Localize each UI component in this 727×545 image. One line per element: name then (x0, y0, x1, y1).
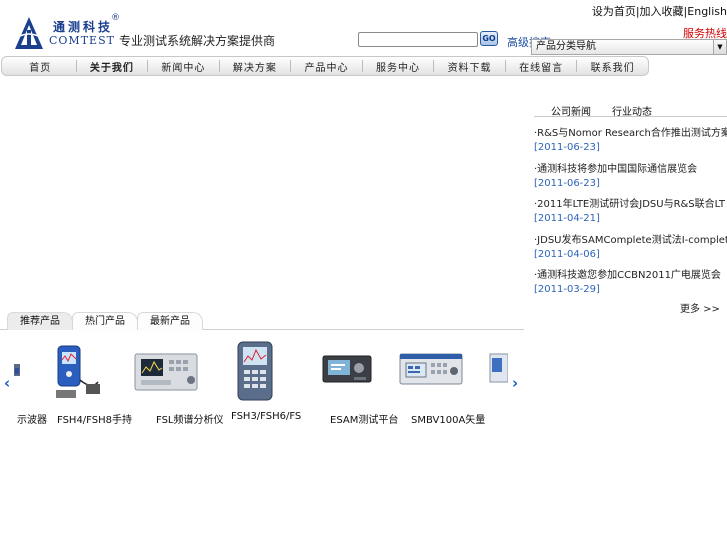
search-go-button[interactable]: GO (480, 31, 498, 46)
news-title-link[interactable]: ·R&S与Nomor Research合作推出测试方案 (534, 124, 727, 139)
company-slogan: 专业测试系统解决方案提供商 (119, 34, 276, 48)
news-date: [2011-03-29] (534, 284, 600, 295)
news-item: ·JDSU发布SAMComplete测试法I-complete解 [2011-04… (534, 231, 727, 267)
product-tabs: 推荐产品 热门产品 最新产品 (0, 312, 524, 330)
set-homepage-link[interactable]: 设为首页 (592, 5, 636, 18)
news-date: [2011-04-06] (534, 248, 600, 260)
news-title-link[interactable]: ·通测科技将参加中国国际通信展览会 (534, 160, 727, 175)
news-item: ·2011年LTE测试研讨会JDSU与R&S联合LT [2011-04-21] (534, 195, 727, 231)
news-title-link[interactable]: ·JDSU发布SAMComplete测试法I-complete解 (534, 231, 727, 246)
product-label[interactable]: FSH4/FSH8手持 (57, 411, 132, 426)
tab-hot-products[interactable]: 热门产品 (72, 312, 138, 330)
nav-item[interactable]: 新闻中心 (148, 59, 219, 74)
nav-item[interactable]: 首页 (5, 59, 76, 74)
tab-industry-news[interactable]: 行业动态 (612, 103, 652, 118)
carousel-prev-button[interactable]: ‹ (4, 374, 10, 392)
top-links: 设为首页|加入收藏|English (592, 3, 727, 19)
news-item: ·R&S与Nomor Research合作推出测试方案 [2011-06-23] (534, 124, 727, 160)
news-date: [2011-06-23] (534, 177, 600, 189)
tab-recommended-products[interactable]: 推荐产品 (7, 312, 73, 330)
nav-item[interactable]: 资料下载 (434, 59, 505, 74)
nav-item[interactable]: 在线留言 (506, 59, 577, 74)
news-item: ·通测科技将参加中国国际通信展览会 [2011-06-23] (534, 160, 727, 196)
tab-company-news[interactable]: 公司新闻 (551, 103, 591, 118)
chevron-down-icon[interactable]: ▼ (713, 40, 726, 54)
news-list: ·R&S与Nomor Research合作推出测试方案 [2011-06-23] ·… (534, 124, 727, 302)
product-label[interactable]: SMBV100A矢量 (411, 411, 485, 426)
add-favorite-link[interactable]: 加入收藏 (640, 5, 684, 18)
english-link[interactable]: English (687, 5, 727, 18)
more-news-link[interactable]: 更多 >> (680, 300, 720, 315)
product-category-select[interactable]: 产品分类导航 ▼ (531, 39, 727, 55)
company-logo[interactable]: 通测科技 ® COMTEST (13, 13, 120, 50)
nav-item[interactable]: 服务中心 (363, 59, 434, 74)
product-label[interactable]: FSH3/FSH6/FS (231, 411, 301, 422)
product-image-fsh3-fsh6[interactable] (236, 340, 274, 402)
news-title-link[interactable]: ·2011年LTE测试研讨会JDSU与R&S联合LT (534, 195, 727, 210)
logo-mark-icon (15, 17, 43, 49)
select-value: 产品分类导航 (536, 41, 596, 52)
nav-item[interactable]: 联系我们 (577, 59, 648, 74)
news-tabs: 公司新闻 行业动态 (534, 101, 727, 118)
product-label[interactable]: ESAM测试平台 (330, 411, 398, 426)
logo-chinese-text: 通测科技 (53, 20, 114, 34)
carousel-next-button[interactable]: › (512, 374, 518, 392)
product-label[interactable]: 示波器 (17, 411, 47, 426)
product-image-partial[interactable] (488, 340, 508, 386)
news-title-link[interactable]: ·通测科技邀您参加CCBN2011广电展览会 (534, 266, 727, 281)
nav-item[interactable]: 产品中心 (291, 59, 362, 74)
product-image-oscilloscope[interactable] (14, 340, 22, 376)
product-image-smbv100a[interactable] (398, 340, 464, 390)
product-image-esam[interactable] (321, 340, 373, 390)
tab-new-products[interactable]: 最新产品 (137, 312, 203, 330)
main-nav: 首页 关于我们 新闻中心 解决方案 产品中心 服务中心 资料下载 在线留言 联系我们 (1, 56, 649, 76)
product-image-fsh4-fsh8[interactable] (52, 340, 104, 402)
news-item: ·通测科技邀您参加CCBN2011广电展览会 [2011-03-29] (534, 266, 727, 302)
nav-item[interactable]: 解决方案 (220, 59, 291, 74)
search-input[interactable] (358, 32, 478, 47)
registered-mark: ® (111, 13, 120, 23)
nav-item[interactable]: 关于我们 (77, 59, 148, 74)
news-date: [2011-06-23] (534, 142, 600, 153)
logo-english-text: COMTEST (49, 34, 115, 47)
product-image-fsl[interactable] (133, 340, 199, 396)
news-date: [2011-04-21] (534, 213, 600, 224)
product-label[interactable]: FSL频谱分析仪 (156, 411, 224, 426)
